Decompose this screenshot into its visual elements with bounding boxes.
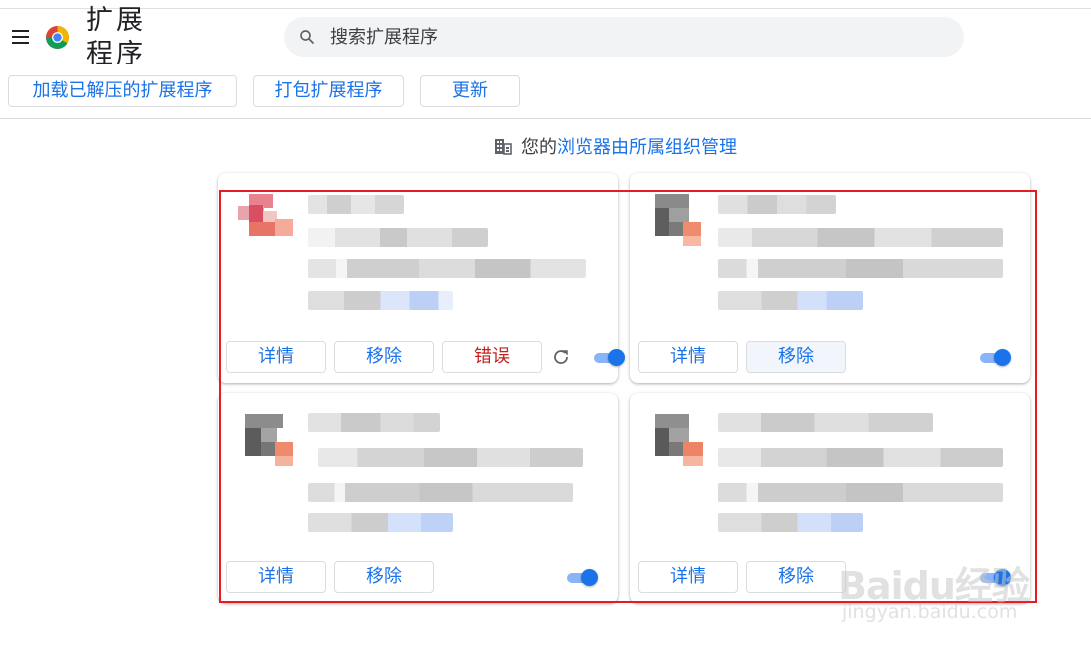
load-unpacked-button[interactable]: 加载已解压的扩展程序 <box>8 75 237 107</box>
extension-card: 详情 移除 <box>218 393 618 603</box>
extension-name <box>308 413 440 432</box>
details-button[interactable]: 详情 <box>638 341 738 373</box>
extension-description <box>718 483 1003 502</box>
extension-version <box>308 228 488 247</box>
search-box[interactable] <box>284 17 964 57</box>
managed-notice-prefix: 您的 <box>521 137 557 158</box>
remove-button[interactable]: 移除 <box>334 561 434 593</box>
watermark-url: jingyan.baidu.com <box>842 601 1018 623</box>
extension-version <box>718 228 1003 247</box>
extension-version <box>318 448 583 467</box>
pack-extension-button[interactable]: 打包扩展程序 <box>253 75 404 107</box>
details-button[interactable]: 详情 <box>226 341 326 373</box>
chrome-logo-icon <box>46 26 69 49</box>
search-input[interactable] <box>330 25 930 49</box>
errors-button[interactable]: 错误 <box>442 341 542 373</box>
extension-id <box>308 291 453 310</box>
extension-name <box>718 413 933 432</box>
extension-version <box>718 448 1003 467</box>
enable-toggle[interactable] <box>567 567 599 587</box>
extension-id <box>718 291 863 310</box>
extension-icon <box>647 414 709 466</box>
menu-icon[interactable] <box>12 30 30 44</box>
extension-card: 详情 移除 <box>630 173 1030 383</box>
managed-notice: 您的 浏览器由所属组织管理 <box>494 132 737 160</box>
extension-description <box>308 259 586 278</box>
search-icon <box>300 30 314 44</box>
extension-icon <box>235 414 297 466</box>
extension-description <box>308 483 573 502</box>
extension-description <box>718 259 1003 278</box>
page-title: 扩展程序 <box>86 5 146 64</box>
extension-icon <box>235 194 297 246</box>
extension-name <box>308 195 404 214</box>
enable-toggle[interactable] <box>594 347 626 367</box>
managed-notice-link[interactable]: 浏览器由所属组织管理 <box>557 133 737 159</box>
enable-toggle[interactable] <box>980 347 1012 367</box>
enable-toggle[interactable] <box>980 567 1012 587</box>
extension-icon <box>647 194 709 246</box>
remove-button[interactable]: 移除 <box>334 341 434 373</box>
extension-id <box>718 513 863 532</box>
update-button[interactable]: 更新 <box>420 75 520 107</box>
extension-card: 详情 移除 <box>630 393 1030 603</box>
remove-button[interactable]: 移除 <box>746 341 846 373</box>
toolbar-divider <box>0 118 1091 119</box>
details-button[interactable]: 详情 <box>226 561 326 593</box>
extension-name <box>718 195 836 214</box>
reload-icon[interactable] <box>552 348 570 366</box>
extension-id <box>308 513 453 532</box>
building-icon <box>495 139 512 155</box>
remove-button[interactable]: 移除 <box>746 561 846 593</box>
details-button[interactable]: 详情 <box>638 561 738 593</box>
extension-card: 详情 移除 错误 <box>218 173 625 383</box>
